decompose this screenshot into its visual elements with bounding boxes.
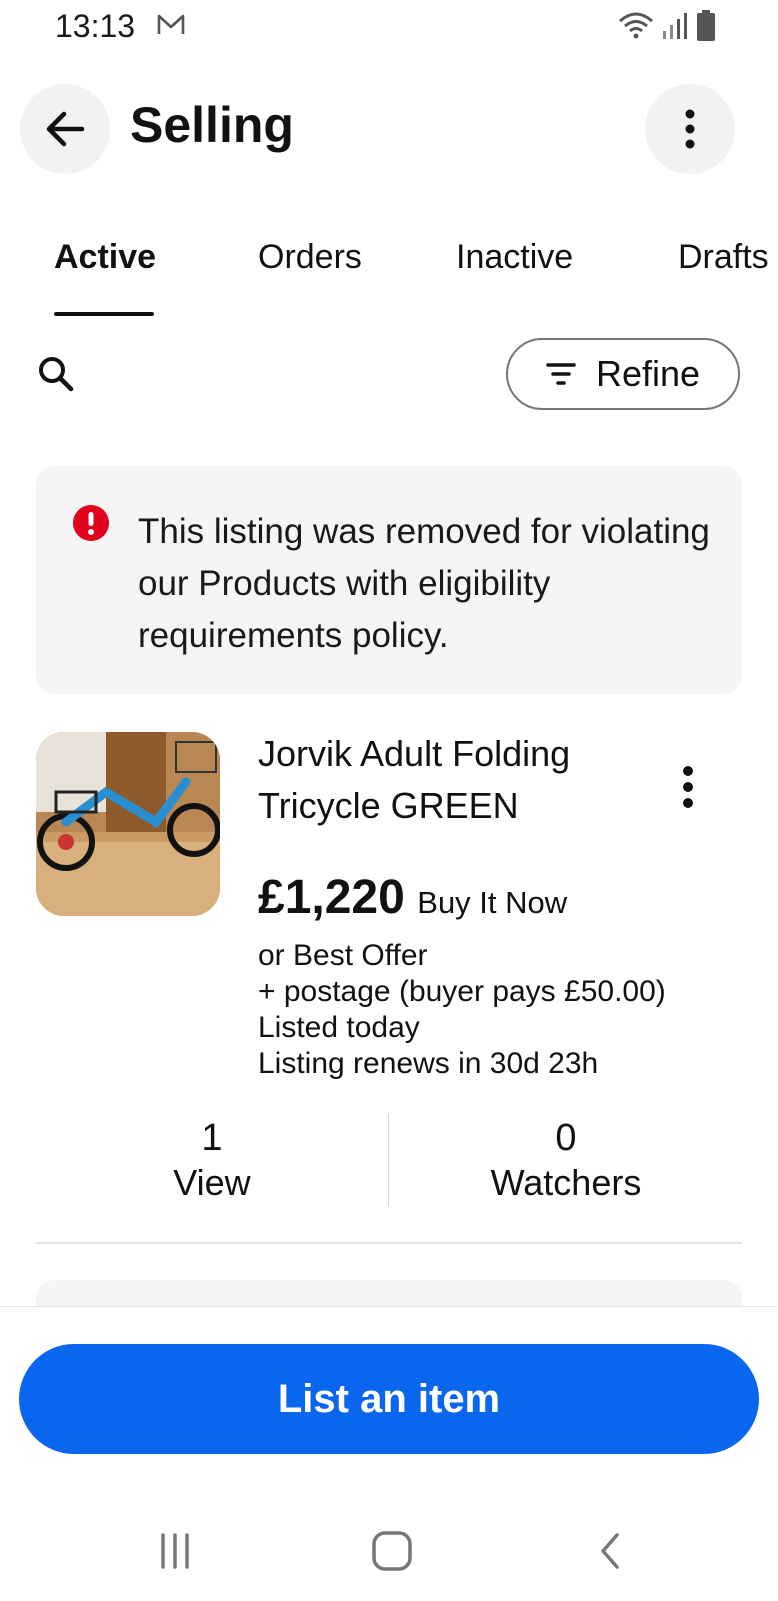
more-vertical-icon xyxy=(683,766,693,808)
listing-format: Buy It Now xyxy=(417,885,568,920)
search-icon xyxy=(39,357,74,392)
postage-text: + postage (buyer pays £50.00) xyxy=(258,975,666,1008)
stats-divider xyxy=(388,1114,389,1206)
tab-drafts[interactable]: Drafts xyxy=(678,238,769,277)
status-icons xyxy=(618,10,716,47)
renewal-text: Listing renews in 30d 23h xyxy=(258,1047,599,1080)
alert-message: This listing was removed for violating o… xyxy=(138,512,710,655)
status-time: 13:13 xyxy=(55,8,136,44)
more-options-button[interactable] xyxy=(645,84,735,174)
refine-button[interactable]: Refine xyxy=(506,338,740,410)
views-stat: 1 View xyxy=(62,1116,362,1206)
listed-date: Listed today xyxy=(258,1011,420,1044)
back-icon[interactable] xyxy=(580,1526,640,1576)
listing-thumbnail[interactable] xyxy=(36,732,220,916)
watchers-stat: 0 Watchers xyxy=(416,1116,716,1206)
home-icon[interactable] xyxy=(362,1526,422,1576)
price-row: £1,220 Buy It Now xyxy=(258,870,567,925)
signal-icon xyxy=(662,11,688,46)
tab-active[interactable]: Active xyxy=(54,238,156,277)
list-an-item-button[interactable]: List an item xyxy=(19,1344,759,1454)
refine-label: Refine xyxy=(595,353,701,394)
watchers-count: 0 xyxy=(555,1117,577,1159)
arrow-left-icon xyxy=(46,111,85,147)
active-tab-indicator xyxy=(54,312,154,316)
tab-inactive[interactable]: Inactive xyxy=(456,238,573,277)
mail-icon xyxy=(156,12,186,43)
page-title: Selling xyxy=(130,97,294,153)
tab-orders[interactable]: Orders xyxy=(258,238,362,277)
back-button[interactable] xyxy=(20,84,110,174)
battery-icon xyxy=(696,10,716,47)
search-button[interactable] xyxy=(36,354,76,394)
views-count: 1 xyxy=(201,1117,223,1159)
watchers-label: Watchers xyxy=(490,1162,642,1203)
listing-divider xyxy=(36,1242,742,1244)
listing-title[interactable]: Jorvik Adult Folding Tricycle GREEN xyxy=(258,728,648,832)
filter-icon xyxy=(546,363,576,385)
more-vertical-icon xyxy=(685,109,695,149)
recent-apps-icon[interactable] xyxy=(145,1526,205,1576)
error-icon xyxy=(72,504,110,542)
views-label: View xyxy=(173,1162,251,1203)
wifi-icon xyxy=(618,11,654,46)
listing-price: £1,220 xyxy=(258,871,405,924)
best-offer-text: or Best Offer xyxy=(258,939,428,972)
listing-options-button[interactable] xyxy=(670,762,706,812)
